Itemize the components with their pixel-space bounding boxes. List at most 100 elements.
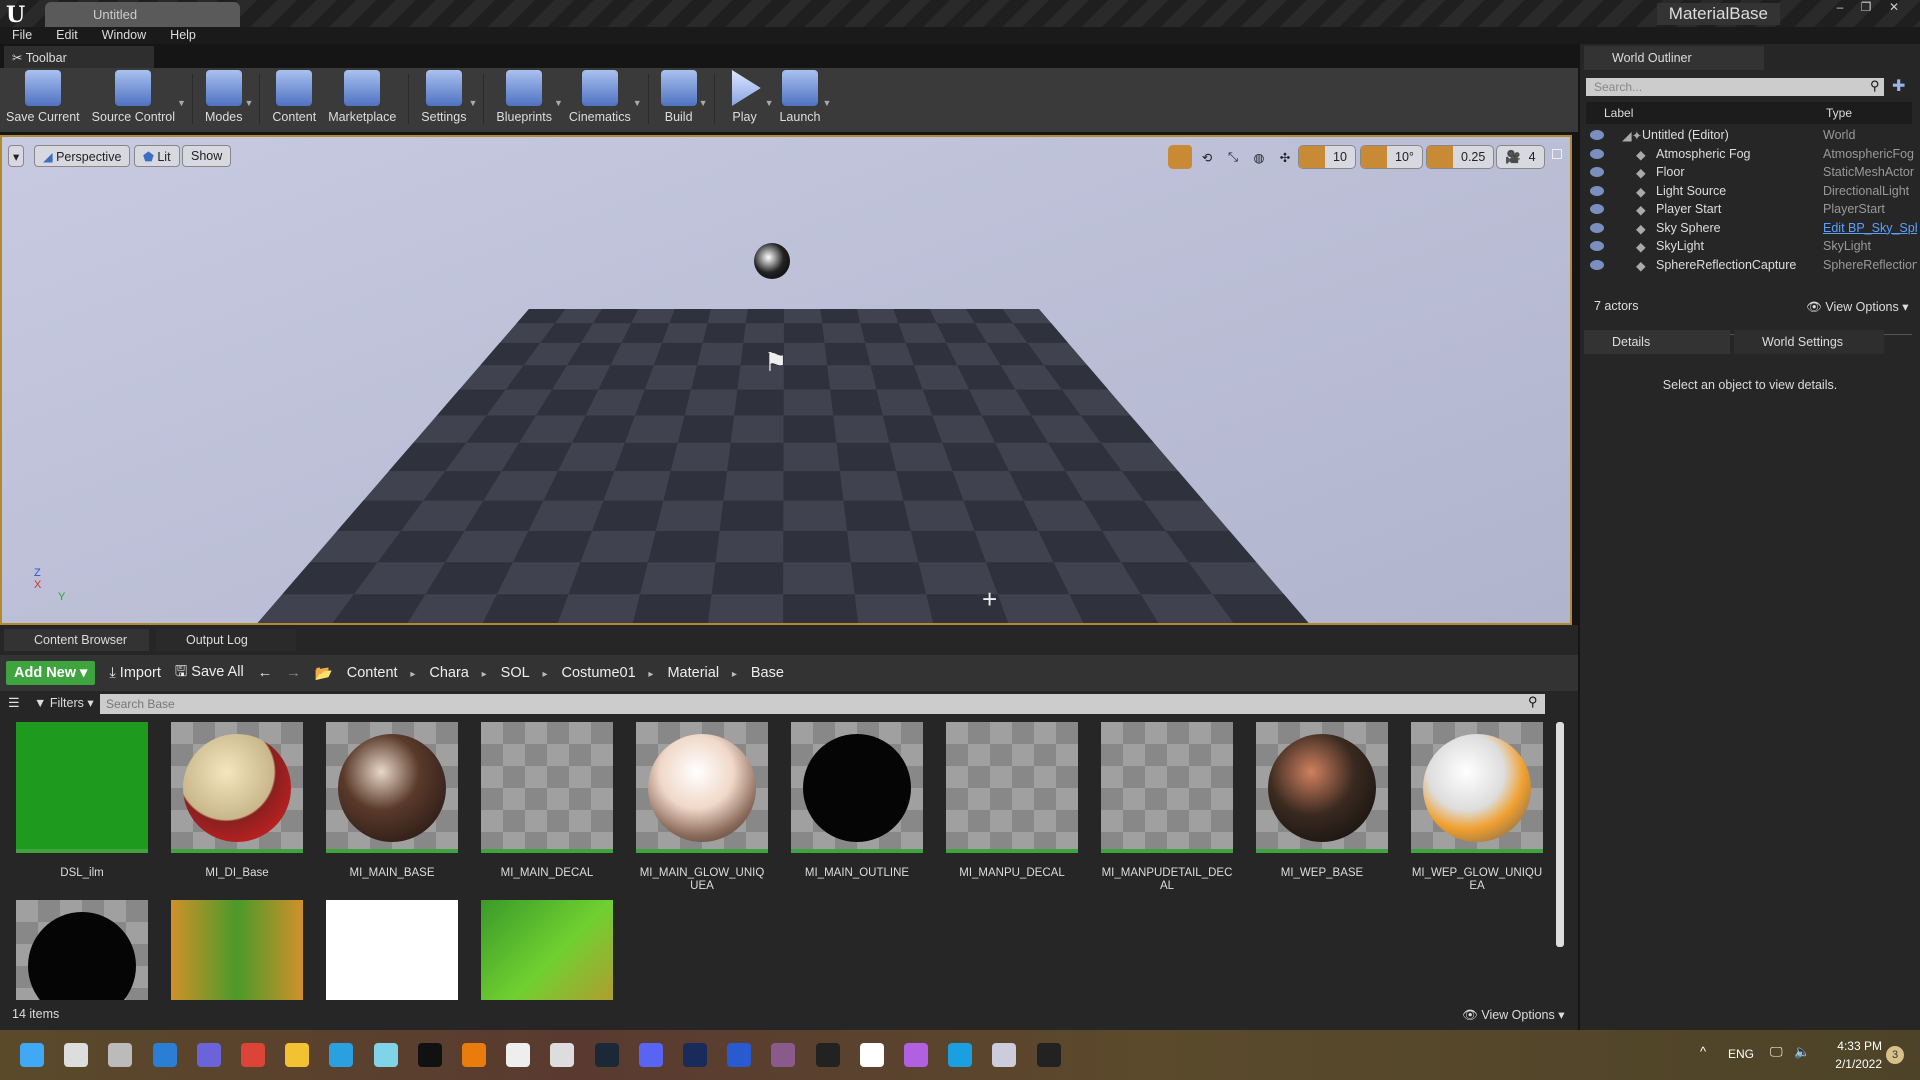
outliner-row[interactable]: ◆ Atmospheric Fog AtmosphericFog: [1580, 146, 1920, 164]
outliner-view-options[interactable]: 👁 View Options ▾: [1806, 299, 1909, 315]
asset-tile[interactable]: MI_WEP_BASE: [1256, 722, 1388, 880]
notification-badge[interactable]: 3: [1886, 1046, 1904, 1064]
asset-tile[interactable]: MI_WEP_GLOW_UNIQUEA: [1411, 722, 1543, 893]
app6-icon[interactable]: [815, 1043, 840, 1067]
asset-tile[interactable]: MI_MAIN_OUTLINE: [791, 722, 923, 880]
asset-tile[interactable]: MI_MAIN_GLOW_UNIQUEA: [636, 722, 768, 893]
dropdown-arrow-icon[interactable]: ▼: [468, 98, 477, 108]
breadcrumb-item[interactable]: Base: [751, 665, 784, 681]
document-tab[interactable]: Untitled: [45, 2, 240, 27]
discord-icon[interactable]: [638, 1043, 663, 1067]
toolbar-play-button[interactable]: Play: [727, 70, 763, 124]
dropdown-arrow-icon[interactable]: ▼: [177, 98, 186, 108]
app4-icon[interactable]: [727, 1043, 752, 1067]
outliner-row[interactable]: ◆ Sky Sphere Edit BP_Sky_Sphere: [1580, 220, 1920, 238]
toolbar-cinematics-button[interactable]: Cinematics: [569, 70, 631, 124]
dropdown-arrow-icon[interactable]: ▼: [765, 98, 774, 108]
content-view-options[interactable]: 👁 View Options ▾: [1462, 1007, 1565, 1023]
world-space-icon[interactable]: ◍: [1248, 150, 1270, 165]
toolbar-marketplace-button[interactable]: Marketplace: [328, 70, 396, 124]
scale-icon[interactable]: ⤡: [1222, 150, 1244, 165]
rotation-snap[interactable]: 10°: [1360, 145, 1423, 169]
menu-edit[interactable]: Edit: [44, 27, 90, 44]
show-button[interactable]: Show: [182, 145, 232, 167]
visibility-eye-icon[interactable]: [1590, 259, 1604, 270]
unreal-engine-icon[interactable]: [417, 1043, 442, 1067]
scale-snap[interactable]: 0.25: [1426, 145, 1495, 169]
language-indicator[interactable]: ENG: [1728, 1047, 1754, 1061]
outliner-row[interactable]: ◆ Light Source DirectionalLight: [1580, 183, 1920, 201]
teams-icon[interactable]: [196, 1043, 221, 1067]
minimize-button[interactable]: –: [1828, 0, 1852, 16]
notes-icon[interactable]: [506, 1043, 531, 1067]
chrome-icon[interactable]: [241, 1043, 265, 1067]
toolbar-build-button[interactable]: Build: [660, 70, 697, 124]
maximize-button[interactable]: ❐: [1854, 0, 1878, 16]
breadcrumb-item[interactable]: Material: [667, 665, 736, 681]
visibility-eye-icon[interactable]: [1590, 241, 1604, 251]
dropdown-arrow-icon[interactable]: ▼: [699, 98, 708, 108]
add-new-button[interactable]: Add New ▾: [6, 661, 96, 685]
toolbar-save-current-button[interactable]: Save Current: [6, 70, 80, 124]
back-arrow-icon[interactable]: ←: [258, 665, 273, 681]
tab-content-browser[interactable]: Content Browser: [4, 629, 149, 651]
rotate-icon[interactable]: ⟲: [1196, 150, 1218, 165]
outliner-row[interactable]: ◆ SphereReflectionCapture SphereReflection…: [1580, 257, 1920, 275]
outliner-row[interactable]: ◆ Player Start PlayerStart: [1580, 201, 1920, 219]
app3-icon[interactable]: [683, 1043, 707, 1067]
visibility-eye-icon[interactable]: [1590, 130, 1604, 140]
tab-world-settings[interactable]: World Settings: [1734, 330, 1884, 354]
toolbar-blueprints-button[interactable]: Blueprints: [496, 70, 552, 124]
outliner-row[interactable]: ◢✦ Untitled (Editor) World: [1580, 127, 1920, 145]
widgets-icon[interactable]: [152, 1043, 177, 1067]
menu-help[interactable]: Help: [158, 27, 208, 44]
tab-details[interactable]: Details: [1584, 330, 1730, 354]
level-viewport[interactable]: ⚑ + ▾ ◢ Perspective ⬟ Lit Show ⟲ ⤡ ◍ ✣ 1…: [0, 135, 1572, 625]
tray-chevron-icon[interactable]: ^: [1700, 1044, 1706, 1059]
dropdown-arrow-icon[interactable]: ▼: [554, 98, 563, 108]
outliner-row[interactable]: ◆ SkyLight SkyLight: [1580, 238, 1920, 256]
reflection-capture-sphere[interactable]: [754, 243, 790, 279]
network-icon[interactable]: 🖵: [1770, 1044, 1783, 1060]
dropdown-arrow-icon[interactable]: ▼: [823, 98, 832, 108]
file-explorer-icon[interactable]: [285, 1043, 310, 1067]
clock-date[interactable]: 2/1/2022: [1826, 1057, 1882, 1071]
app5-icon[interactable]: [771, 1043, 796, 1067]
asset-tile[interactable]: MI_MAIN_DECAL: [481, 722, 613, 880]
visibility-eye-icon[interactable]: [1590, 222, 1604, 233]
camera-speed[interactable]: 🎥 4: [1496, 145, 1545, 169]
surface-snap-icon[interactable]: ✣: [1274, 150, 1296, 165]
lit-button[interactable]: ⬟ Lit: [134, 145, 180, 167]
breadcrumb-item[interactable]: Costume01: [562, 665, 654, 681]
visibility-eye-icon[interactable]: [1590, 204, 1604, 214]
blender-icon[interactable]: [462, 1043, 486, 1067]
menu-file[interactable]: File: [0, 27, 44, 44]
actor-type[interactable]: Edit BP_Sky_Sphere: [1823, 221, 1917, 235]
player-start-icon[interactable]: ⚑: [764, 347, 794, 383]
col-label[interactable]: Label: [1604, 106, 1633, 120]
terminal-icon[interactable]: [1036, 1043, 1061, 1067]
toolbar-modes-button[interactable]: Modes: [205, 70, 242, 124]
outliner-search-input[interactable]: Search...: [1586, 78, 1884, 96]
dropdown-arrow-icon[interactable]: ▼: [244, 98, 253, 108]
toolbar-settings-button[interactable]: Settings: [421, 70, 466, 124]
asset-tile[interactable]: MI_DI_Base: [171, 722, 303, 880]
asset-tile[interactable]: [16, 900, 148, 1000]
tab-output-log[interactable]: Output Log: [156, 629, 296, 651]
translate-icon[interactable]: [1168, 145, 1192, 169]
asset-tile[interactable]: MI_MANPUDETAIL_DECAL: [1101, 722, 1233, 893]
filters-button[interactable]: ▼ Filters ▾: [34, 695, 94, 710]
sources-toggle-icon[interactable]: ☰: [8, 695, 20, 711]
close-button[interactable]: ✕: [1882, 0, 1906, 16]
scrollbar[interactable]: [1556, 722, 1564, 947]
maximize-viewport-icon[interactable]: [1552, 149, 1562, 159]
volume-icon[interactable]: 🔈: [1794, 1044, 1810, 1060]
viewport-options-button[interactable]: ▾: [8, 145, 25, 167]
toolbar-content-button[interactable]: Content: [272, 70, 316, 124]
perspective-button[interactable]: ◢ Perspective: [34, 145, 131, 167]
toolbar-source-control-button[interactable]: Source Control: [92, 70, 175, 124]
forward-arrow-icon[interactable]: →: [286, 665, 301, 681]
breadcrumb-item[interactable]: Content: [347, 665, 416, 681]
toolbar-tab[interactable]: ✂ Toolbar: [4, 46, 154, 68]
import-button[interactable]: ⤓ Import: [109, 665, 161, 681]
